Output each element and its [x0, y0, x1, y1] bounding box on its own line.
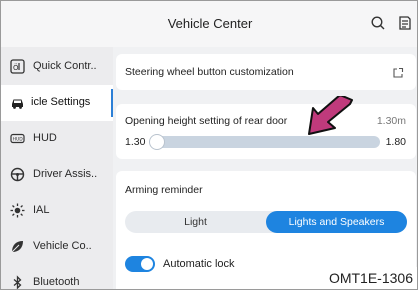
rear-door-slider-thumb[interactable]: [149, 134, 165, 150]
svg-text:HUD: HUD: [13, 137, 24, 143]
search-icon[interactable]: [370, 15, 386, 31]
leaf-icon: [10, 239, 25, 254]
figure-code: OMT1E-1306: [317, 267, 417, 289]
rear-door-height-card: Opening height setting of rear door 1.30…: [116, 104, 416, 159]
sidebar-item-label: icle Settings: [31, 96, 91, 108]
sidebar-item-label: HUD: [33, 132, 57, 144]
sidebar-item-hud[interactable]: HUD HUD: [1, 121, 113, 157]
option-light[interactable]: Light: [125, 211, 266, 233]
steering-button-label: Steering wheel button customization: [125, 66, 294, 78]
steering-button-card[interactable]: Steering wheel button customization: [116, 54, 416, 90]
rear-door-label: Opening height setting of rear door: [125, 115, 288, 127]
steering-wheel-icon: [10, 167, 25, 182]
sidebar-item-bluetooth[interactable]: Bluetooth: [1, 265, 113, 289]
sidebar-item-label: IAL: [33, 204, 50, 216]
annotation-arrow-icon: [294, 94, 354, 138]
hud-icon: HUD: [10, 131, 25, 146]
rear-door-current-value: 1.30m: [376, 115, 406, 127]
page-title: Vehicle Center: [167, 16, 253, 31]
sidebar-item-ial[interactable]: IAL: [1, 193, 113, 229]
svg-text:Ö: Ö: [13, 63, 19, 72]
sidebar-item-label: Vehicle Co..: [33, 240, 92, 252]
sidebar-item-label: Bluetooth: [33, 276, 80, 288]
automatic-lock-label: Automatic lock: [163, 258, 235, 270]
sidebar-item-label: Driver Assis..: [33, 168, 98, 180]
sidebar-item-label: Quick Contr..: [33, 60, 97, 72]
toggle-knob: [141, 258, 153, 270]
automatic-lock-toggle[interactable]: [125, 256, 155, 272]
car-icon: [10, 95, 25, 110]
ambient-light-icon: [10, 203, 25, 218]
external-link-icon[interactable]: [392, 66, 404, 78]
arming-reminder-label: Arming reminder: [125, 184, 203, 196]
option-lights-and-speakers[interactable]: Lights and Speakers: [266, 211, 407, 233]
slider-max-label: 1.80: [385, 136, 406, 148]
sidebar-item-vehicle-settings[interactable]: icle Settings: [1, 85, 113, 121]
bluetooth-icon: [10, 275, 25, 289]
sidebar-item-vehicle-control[interactable]: Vehicle Co..: [1, 229, 113, 265]
arming-segmented-control: Light Lights and Speakers: [125, 211, 407, 233]
document-menu-icon[interactable]: [397, 15, 413, 31]
sidebar: Ö Quick Contr.. icle Settings HUD HUD Dr…: [1, 47, 113, 289]
active-indicator: [111, 89, 113, 117]
screen: Vehicle Center Ö Quick Contr.. icle Sett…: [0, 0, 418, 290]
quick-control-icon: Ö: [10, 59, 25, 74]
sidebar-item-driver-assist[interactable]: Driver Assis..: [1, 157, 113, 193]
sidebar-item-quick-control[interactable]: Ö Quick Contr..: [1, 49, 113, 85]
header-bar: Vehicle Center: [1, 1, 417, 47]
slider-min-label: 1.30: [125, 136, 146, 148]
